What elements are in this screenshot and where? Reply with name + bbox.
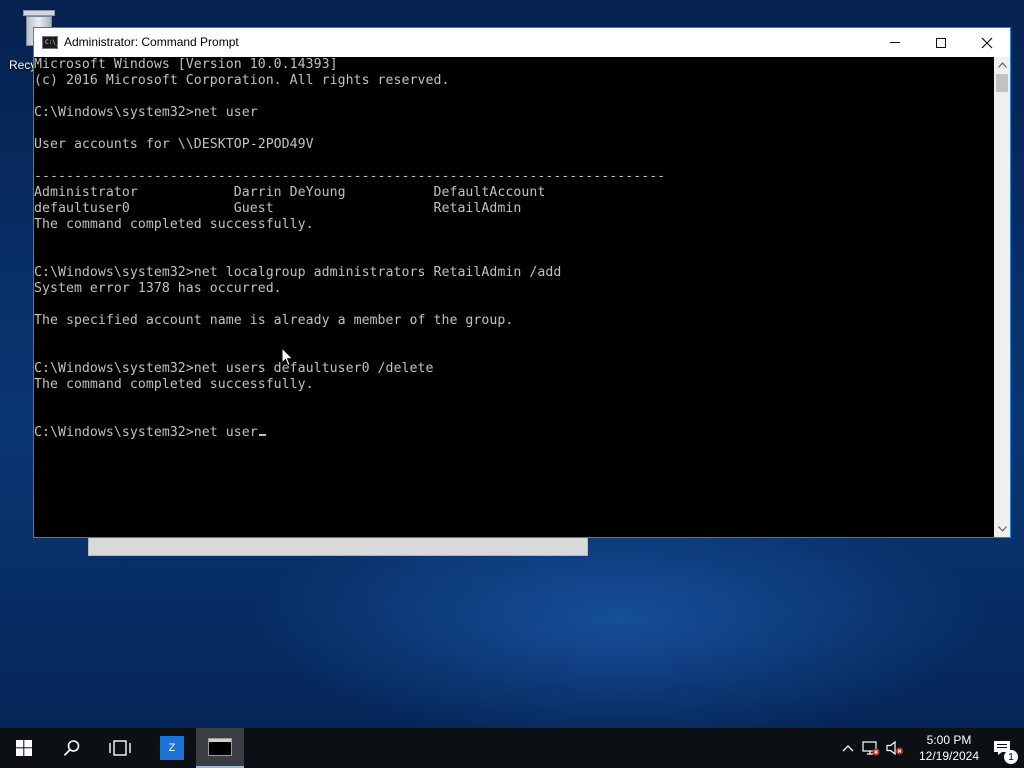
- console-line: defaultuser0 Guest RetailAdmin: [34, 201, 522, 216]
- volume-button[interactable]: [884, 728, 906, 768]
- title-bar[interactable]: C:\_ Administrator: Command Prompt: [34, 28, 1010, 57]
- taskbar-command-prompt-button[interactable]: [196, 728, 244, 768]
- show-hidden-icons-button[interactable]: [838, 728, 858, 768]
- app-icon: Z: [160, 736, 184, 760]
- task-view-button[interactable]: [96, 728, 144, 768]
- chevron-down-icon: [997, 526, 1007, 532]
- vertical-scrollbar[interactable]: [994, 57, 1010, 537]
- maximize-icon: [936, 37, 946, 48]
- console-line: The specified account name is already a …: [34, 313, 514, 328]
- background-window-edge[interactable]: [88, 536, 588, 556]
- minimize-icon: [890, 42, 900, 43]
- notification-count-badge: 1: [1004, 750, 1018, 764]
- chevron-up-icon: [997, 62, 1007, 68]
- clock-date: 12/19/2024: [918, 749, 980, 763]
- console-line: The command completed successfully.: [34, 377, 314, 392]
- taskbar-app-button[interactable]: Z: [148, 728, 196, 768]
- scroll-up-button[interactable]: [994, 57, 1010, 73]
- clock[interactable]: 5:00 PM 12/19/2024: [910, 732, 988, 764]
- task-view-icon: [109, 740, 131, 756]
- console-line: (c) 2016 Microsoft Corporation. All righ…: [34, 73, 450, 88]
- start-button[interactable]: [0, 728, 48, 768]
- search-button[interactable]: [48, 728, 96, 768]
- network-icon: [862, 741, 880, 756]
- cmd-app-icon: C:\_: [42, 36, 59, 49]
- network-button[interactable]: [860, 728, 882, 768]
- console-line: Administrator Darrin DeYoung DefaultAcco…: [34, 185, 546, 200]
- scroll-down-button[interactable]: [994, 521, 1010, 537]
- console-line: Microsoft Windows [Version 10.0.14393]: [34, 57, 338, 72]
- console-line: ----------------------------------------…: [34, 169, 666, 184]
- mouse-pointer-icon: [281, 347, 294, 367]
- close-icon: [981, 37, 993, 48]
- console-line: The command completed successfully.: [34, 217, 314, 232]
- console-line: C:\Windows\system32>net user: [34, 425, 994, 441]
- close-button[interactable]: [964, 28, 1010, 57]
- chevron-up-icon: [842, 745, 854, 752]
- command-prompt-icon: [208, 738, 232, 756]
- console-line: System error 1378 has occurred.: [34, 281, 282, 296]
- console-line: C:\Windows\system32>net localgroup admin…: [34, 265, 562, 280]
- taskbar: Z 5:00 PM 12/19/2024 1: [0, 728, 1024, 768]
- console-output[interactable]: Microsoft Windows [Version 10.0.14393] (c…: [34, 57, 994, 537]
- window-title: Administrator: Command Prompt: [64, 35, 239, 49]
- console-line: C:\Windows\system32>net user: [34, 105, 258, 120]
- console-line: User accounts for \\DESKTOP-2POD49V: [34, 137, 314, 152]
- command-prompt-window[interactable]: C:\_ Administrator: Command Prompt Micro…: [33, 27, 1011, 538]
- clock-time: 5:00 PM: [926, 733, 972, 747]
- action-center-button[interactable]: 1: [980, 728, 1024, 768]
- windows-logo-icon: [16, 740, 32, 756]
- scroll-thumb[interactable]: [996, 74, 1008, 92]
- text-cursor: [258, 434, 266, 436]
- maximize-button[interactable]: [918, 28, 964, 57]
- minimize-button[interactable]: [872, 28, 918, 57]
- console-line: C:\Windows\system32>net users defaultuse…: [34, 361, 434, 376]
- volume-muted-icon: [886, 740, 903, 756]
- search-icon: [63, 740, 80, 756]
